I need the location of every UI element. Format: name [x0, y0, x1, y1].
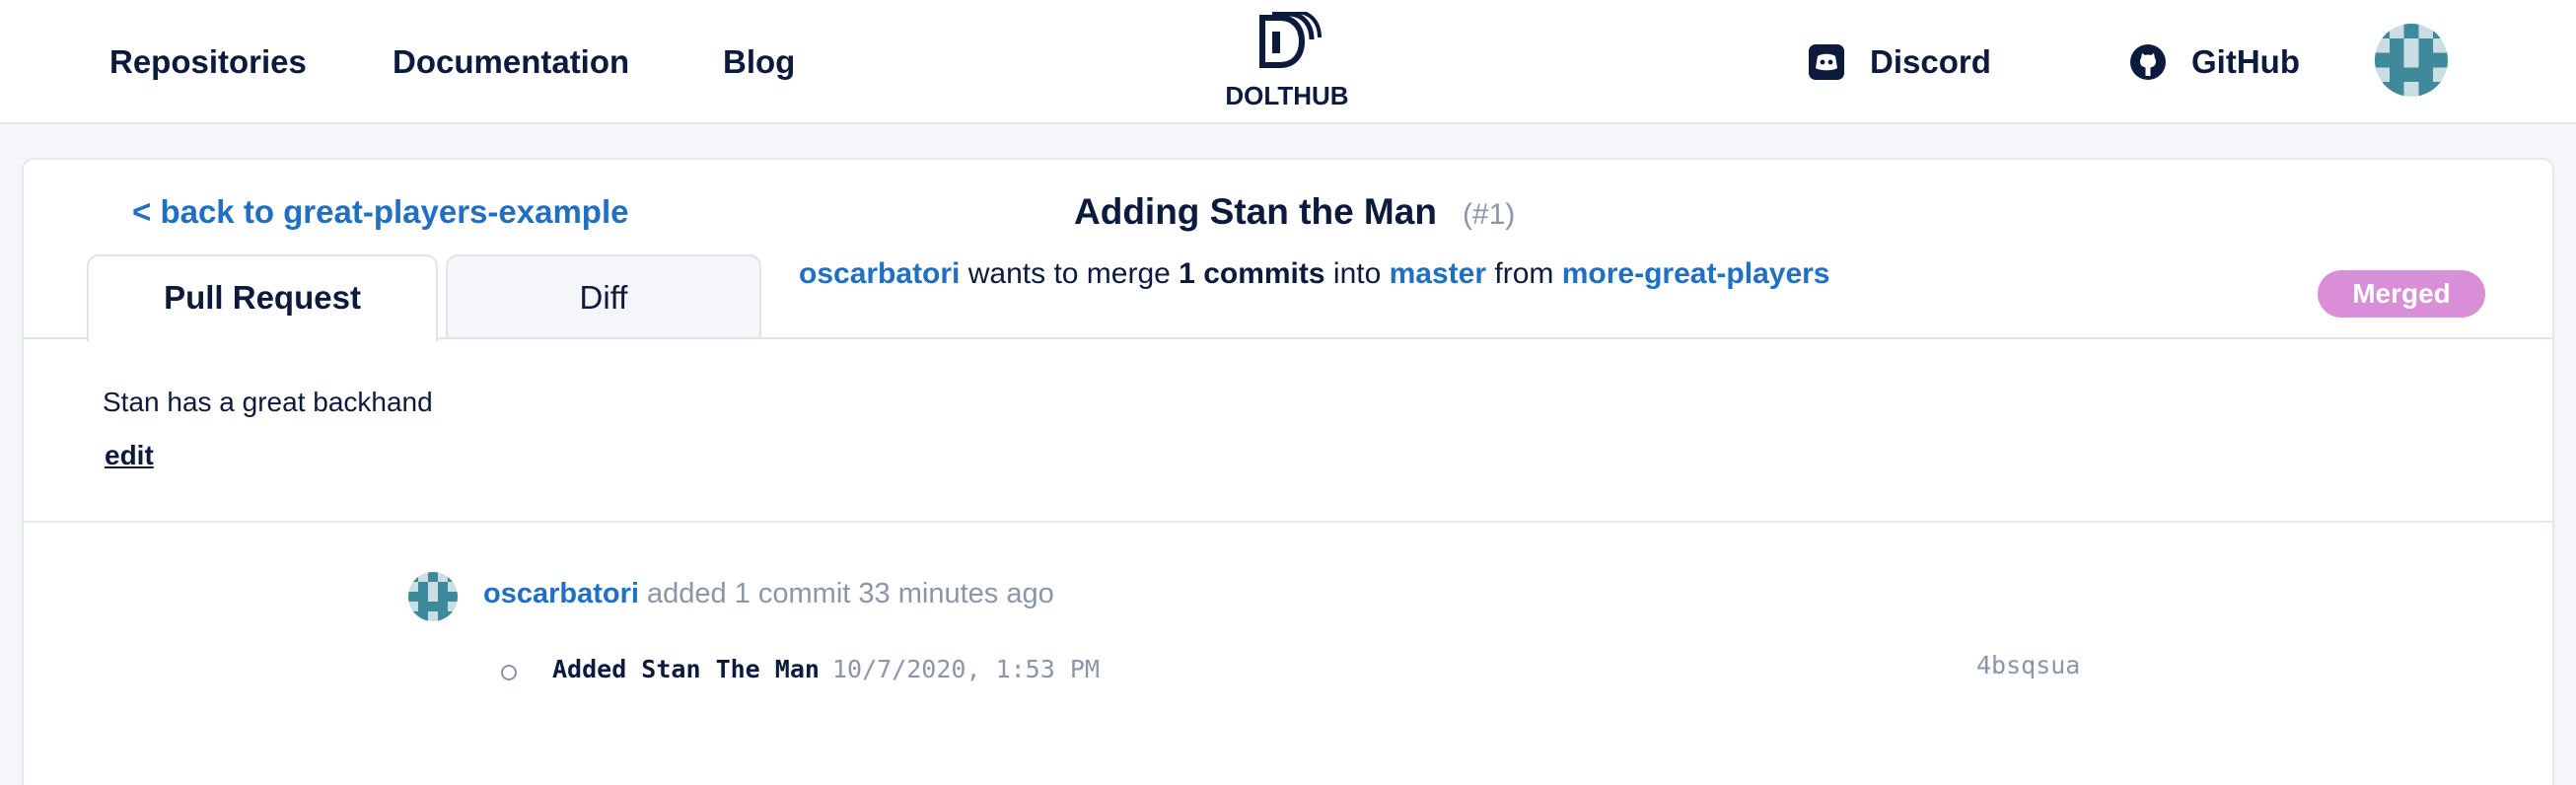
nav-blog-link[interactable]: Blog	[723, 39, 795, 85]
activity-text: added 1 commit 33 minutes ago	[647, 578, 1054, 609]
merge-into-text: into	[1332, 257, 1382, 290]
github-label: GitHub	[2191, 43, 2300, 80]
pull-request-card: < back to great-players-example Adding S…	[22, 158, 2554, 785]
commit-dot-icon	[501, 665, 517, 680]
base-branch-link[interactable]: master	[1390, 257, 1486, 290]
identicon-avatar-icon	[2375, 24, 2448, 97]
merge-user-link[interactable]: oscarbatori	[799, 257, 960, 290]
back-to-repo-link[interactable]: < back to great-players-example	[132, 193, 628, 231]
dolthub-logo-text: DOLTHUB	[1225, 81, 1349, 110]
nav-github-link[interactable]: GitHub	[2128, 39, 2300, 85]
status-badge: Merged	[2318, 270, 2485, 318]
edit-description-link[interactable]: edit	[105, 440, 154, 471]
activity-avatar[interactable]	[408, 572, 458, 621]
dolthub-logo[interactable]: DOLTHUB	[1223, 12, 1351, 110]
user-avatar[interactable]	[2375, 24, 2448, 97]
merge-wants-text: wants to merge	[967, 257, 1171, 290]
pull-request-description: Stan has a great backhand	[103, 387, 433, 417]
commit-hash-link[interactable]: 4bsqsua	[1976, 651, 2080, 679]
section-divider	[24, 521, 2552, 523]
discord-label: Discord	[1870, 43, 1991, 80]
discord-icon	[1809, 44, 1844, 80]
nav-documentation-link[interactable]: Documentation	[393, 39, 629, 85]
nav-discord-link[interactable]: Discord	[1807, 39, 1991, 85]
head-branch-link[interactable]: more-great-players	[1562, 257, 1830, 290]
activity-entry: oscarbatori added 1 commit 33 minutes ag…	[483, 578, 1054, 610]
commit-message-link[interactable]: Added Stan The Man	[552, 655, 820, 683]
github-icon	[2130, 44, 2166, 80]
tab-diff[interactable]: Diff	[446, 254, 761, 339]
pull-request-number: (#1)	[1462, 198, 1516, 231]
tab-pull-request[interactable]: Pull Request	[87, 254, 438, 341]
pull-request-header: Adding Stan the Man (#1)	[1074, 191, 1515, 233]
nav-repositories-link[interactable]: Repositories	[109, 39, 307, 85]
dolthub-logo-icon	[1259, 12, 1322, 68]
commit-date: 10/7/2020, 1:53 PM	[832, 655, 1100, 683]
top-navbar: Repositories Documentation Blog DOLTHUB …	[0, 0, 2576, 124]
merge-commit-count: 1 commits	[1179, 257, 1325, 290]
identicon-avatar-icon	[408, 572, 458, 621]
activity-user-link[interactable]: oscarbatori	[483, 578, 639, 609]
merge-from-text: from	[1494, 257, 1554, 290]
pull-request-title: Adding Stan the Man	[1074, 191, 1437, 232]
merge-info: oscarbatori wants to merge 1 commits int…	[799, 254, 1830, 294]
